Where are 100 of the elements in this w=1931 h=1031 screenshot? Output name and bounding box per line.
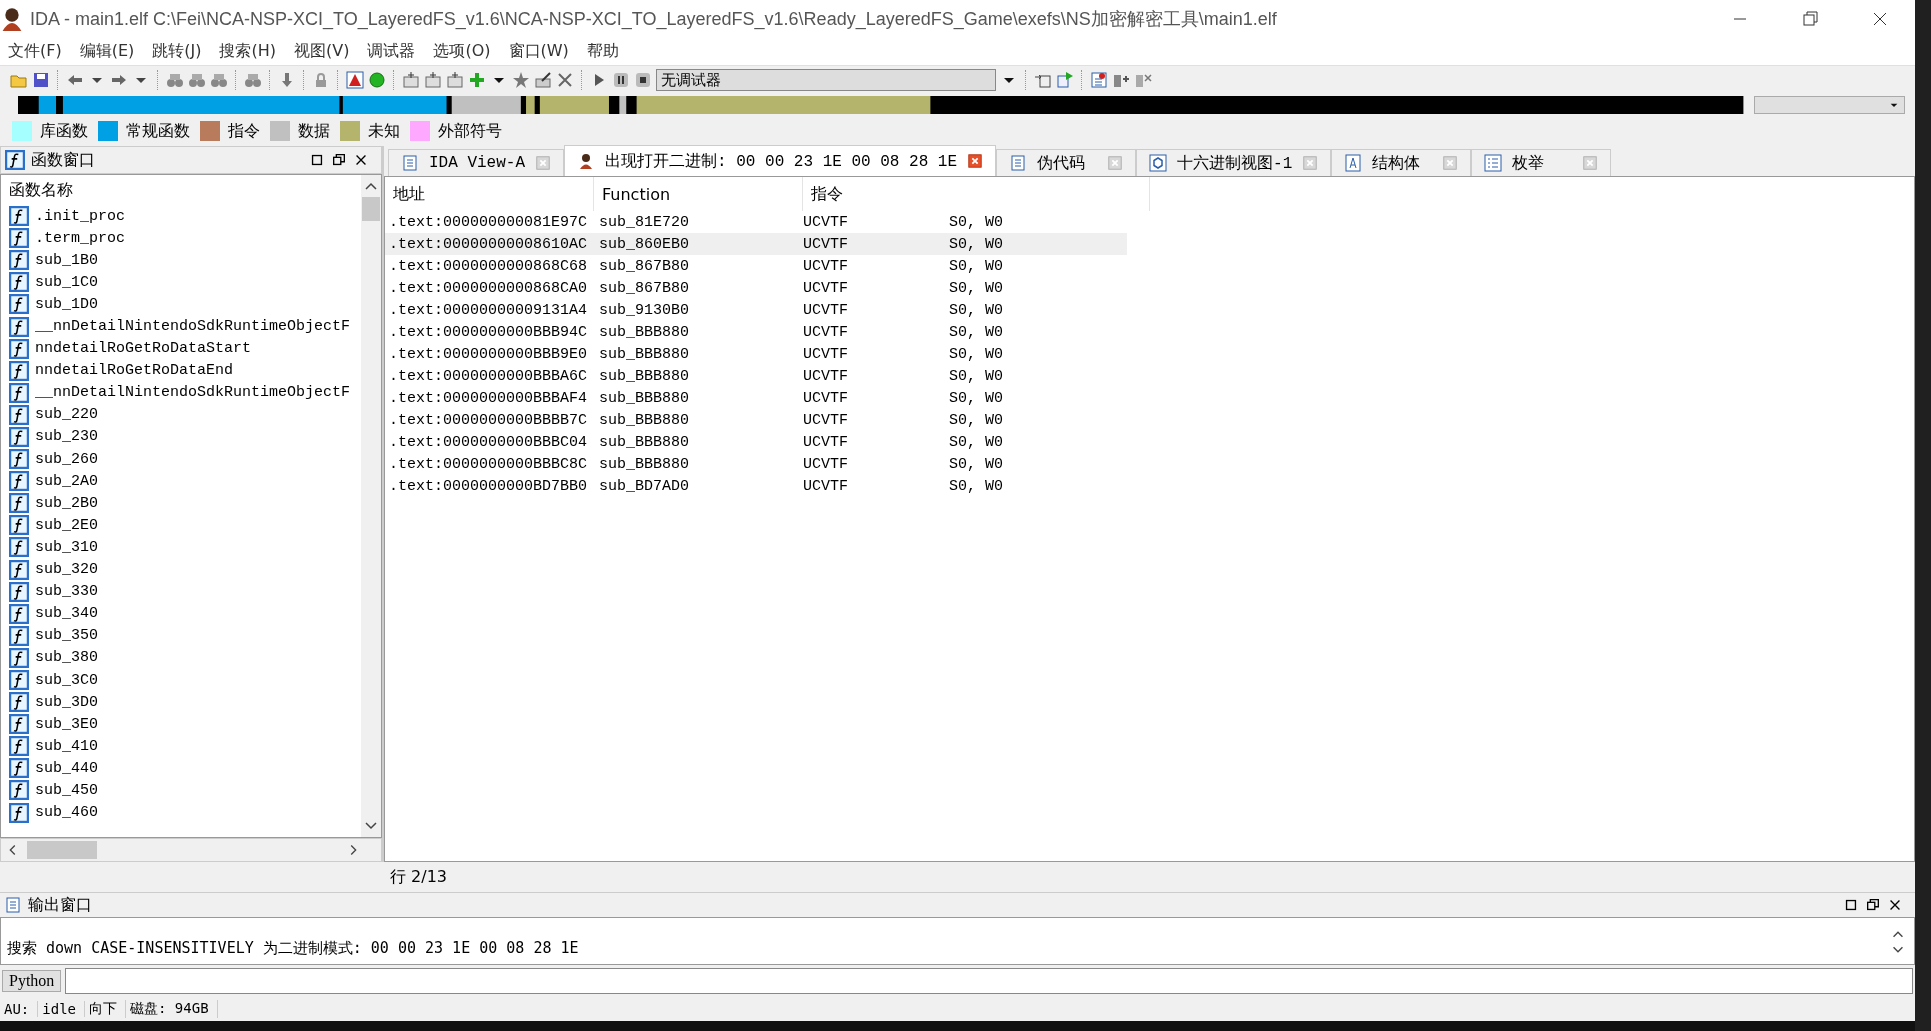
- function-name[interactable]: sub_230: [35, 428, 98, 446]
- function-name[interactable]: nndetailRoGetRoDataStart: [35, 340, 252, 358]
- scrollbar-thumb[interactable]: [362, 197, 380, 221]
- language-button[interactable]: Python: [2, 970, 62, 992]
- restore-icon[interactable]: [331, 152, 347, 168]
- function-name[interactable]: .term_proc: [35, 229, 125, 247]
- function-name[interactable]: sub_460: [35, 804, 98, 822]
- function-icon: [9, 692, 29, 713]
- result-row[interactable]: .text:0000000000BBBA6C sub_BBB880 UCVTF S0, W0: [385, 365, 1127, 387]
- function-name[interactable]: sub_2A0: [35, 472, 98, 490]
- result-row[interactable]: .text:0000000000BBB9E0 sub_BBB880 UCVTF S0, W0: [385, 343, 1127, 365]
- pause-icon[interactable]: [612, 71, 630, 89]
- result-row[interactable]: .text:0000000000BBB94C sub_BBB880 UCVTF S0, W0: [385, 321, 1127, 343]
- document-icon: [1009, 154, 1028, 172]
- plus-document-icon[interactable]: [446, 71, 464, 89]
- function-name[interactable]: sub_220: [35, 406, 98, 424]
- binoculars-icon[interactable]: [210, 71, 228, 89]
- result-row[interactable]: .text:0000000000BBBB7C sub_BBB880 UCVTF S0, W0: [385, 409, 1127, 431]
- binoculars-icon[interactable]: [166, 71, 184, 89]
- function-name[interactable]: sub_1B0: [35, 251, 98, 269]
- warning-icon[interactable]: [346, 71, 364, 89]
- function-name[interactable]: sub_310: [35, 538, 98, 556]
- result-row[interactable]: .text:0000000000868CA0 sub_867B80 UCVTF S0, W0: [385, 277, 1127, 299]
- function-name[interactable]: .init_proc: [35, 207, 125, 225]
- function-icon: [9, 294, 29, 315]
- function-icon: [9, 647, 29, 668]
- result-row[interactable]: .text:0000000000BD7BB0 sub_BD7AD0 UCVTF S0, W0: [385, 475, 1127, 497]
- function-name[interactable]: sub_260: [35, 450, 98, 468]
- function-icon: [9, 625, 29, 646]
- menu-item[interactable]: 帮助: [586, 40, 619, 62]
- tab[interactable]: IDA View-A: [388, 149, 564, 176]
- function-name[interactable]: sub_380: [35, 649, 98, 667]
- menu-item[interactable]: 视图(V): [294, 40, 350, 62]
- plug-icon[interactable]: [1134, 71, 1152, 89]
- column-header[interactable]: 函数名称: [9, 179, 73, 201]
- scrollbar-thumb[interactable]: [27, 841, 97, 859]
- function-name[interactable]: sub_450: [35, 782, 98, 799]
- figure-icon: [577, 152, 595, 170]
- binoculars-icon[interactable]: [244, 71, 262, 89]
- menu-item[interactable]: 跳转(J): [152, 40, 202, 62]
- function-icon: [9, 449, 29, 470]
- result-row[interactable]: .text:0000000000BBBC04 sub_BBB880 UCVTF S0, W0: [385, 431, 1127, 453]
- column-header[interactable]: 指令: [811, 183, 843, 205]
- function-name[interactable]: __nnDetailNintendoSdkRuntimeObjectF: [35, 384, 351, 402]
- tab[interactable]: 结构体: [1331, 149, 1472, 176]
- binoculars-icon[interactable]: [188, 71, 206, 89]
- stop-icon[interactable]: [634, 71, 652, 89]
- pencil-icon[interactable]: [534, 71, 552, 89]
- window-title: IDA - main1.elf C:\Fei\NCA-NSP-XCI_TO_LayeredFS_v1.6\NCA-NSP-XCI_TO_LayeredFS_v1.6\Ready_LayeredFS_Game\exefs\NS加密解密工具\main1.elf: [29, 7, 1278, 31]
- function-name[interactable]: sub_410: [35, 737, 98, 755]
- maximize-icon[interactable]: [309, 152, 325, 168]
- panel-title: 输出窗口: [28, 894, 93, 916]
- menu-item[interactable]: 编辑(E): [79, 40, 135, 62]
- function-name[interactable]: sub_330: [35, 583, 98, 601]
- column-header[interactable]: Function: [602, 184, 671, 204]
- result-row[interactable]: .text:00000000009131A4 sub_9130B0 UCVTF S0, W0: [385, 299, 1127, 321]
- function-icon: [9, 250, 29, 271]
- menu-item[interactable]: 窗口(W): [508, 40, 569, 62]
- result-row[interactable]: .text:0000000000BBBC8C sub_BBB880 UCVTF S0, W0: [385, 453, 1127, 475]
- function-name[interactable]: sub_440: [35, 759, 98, 777]
- function-name[interactable]: sub_320: [35, 561, 98, 579]
- function-name[interactable]: sub_340: [35, 605, 98, 623]
- result-row[interactable]: .text:00000000008610AC sub_860EB0 UCVTF S0, W0: [385, 233, 1127, 255]
- status-circle-icon[interactable]: [368, 71, 386, 89]
- function-name[interactable]: nndetailRoGetRoDataEnd: [35, 362, 234, 380]
- save-icon[interactable]: [32, 71, 50, 89]
- column-header[interactable]: 地址: [393, 183, 425, 205]
- function-name[interactable]: sub_3C0: [35, 671, 98, 689]
- result-row[interactable]: .text:0000000000868C68 sub_867B80 UCVTF S0, W0: [385, 255, 1127, 277]
- star-icon[interactable]: [512, 71, 530, 89]
- maximize-icon[interactable]: [1843, 897, 1859, 913]
- menu-item[interactable]: 选项(O): [433, 40, 491, 62]
- menu-item[interactable]: 调试器: [367, 40, 416, 62]
- menu-item[interactable]: 搜索(H): [219, 40, 276, 62]
- tab[interactable]: 出现打开二进制: 00 00 23 1E 00 08 28 1E: [564, 145, 997, 176]
- function-icon: [9, 537, 29, 558]
- list-icon[interactable]: [1090, 71, 1108, 89]
- function-name[interactable]: __nnDetailNintendoSdkRuntimeObjectF: [35, 318, 351, 335]
- function-name[interactable]: sub_350: [35, 627, 98, 645]
- function-name[interactable]: sub_1C0: [35, 273, 98, 291]
- command-field[interactable]: [65, 968, 1913, 994]
- play-document-icon[interactable]: [1056, 71, 1074, 89]
- function-name[interactable]: sub_3E0: [35, 715, 98, 733]
- function-name[interactable]: sub_1D0: [35, 295, 98, 313]
- plus-document-icon[interactable]: [402, 71, 420, 89]
- navigation-band[interactable]: [18, 96, 1746, 114]
- tab[interactable]: 伪代码: [996, 149, 1137, 176]
- menu-item[interactable]: 文件(F): [8, 40, 62, 62]
- result-row[interactable]: .text:0000000000BBBAF4 sub_BBB880 UCVTF S0, W0: [385, 387, 1127, 409]
- result-row[interactable]: .text:000000000081E97C sub_81E720 UCVTF S0, W0: [385, 211, 1127, 233]
- tab[interactable]: 枚举: [1471, 149, 1612, 176]
- function-name[interactable]: sub_2B0: [35, 494, 98, 512]
- function-name[interactable]: sub_2E0: [35, 516, 98, 534]
- function-icon: [5, 150, 25, 170]
- tab[interactable]: 十六进制视图-1: [1136, 149, 1332, 176]
- plus-document-icon[interactable]: [424, 71, 442, 89]
- function-name[interactable]: sub_3D0: [35, 693, 98, 711]
- function-icon: [9, 427, 29, 447]
- debugger-dropdown[interactable]: 无调试器: [656, 69, 996, 91]
- restore-icon[interactable]: [1865, 897, 1881, 913]
